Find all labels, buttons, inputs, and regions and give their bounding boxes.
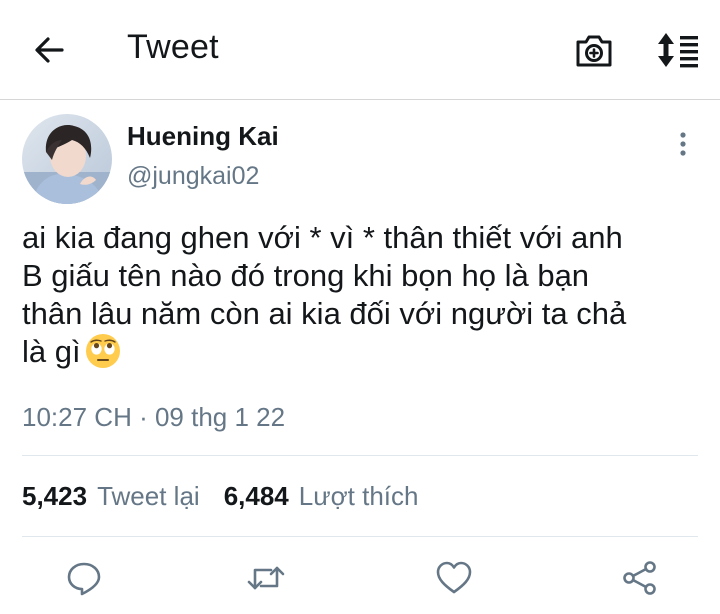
tweet-stats: 5,423 Tweet lại 6,484 Lượt thích <box>22 481 443 512</box>
reply-icon <box>67 562 101 596</box>
reply-button[interactable] <box>64 558 104 598</box>
like-icon <box>436 561 472 594</box>
divider-bottom <box>22 536 698 537</box>
author-display-name[interactable]: Huening Kai <box>127 121 279 152</box>
retweets-label: Tweet lại <box>97 481 200 511</box>
likes-stat[interactable]: 6,484 Lượt thích <box>224 481 419 512</box>
likes-count: 6,484 <box>223 481 289 511</box>
back-button[interactable] <box>30 30 70 70</box>
more-vertical-icon <box>680 132 686 156</box>
divider-top <box>22 455 698 456</box>
rolling-eyes-emoji <box>85 333 121 369</box>
retweet-icon <box>247 566 285 590</box>
sort-button[interactable] <box>654 30 700 70</box>
arrow-left-icon <box>35 37 64 63</box>
camera-plus-icon <box>576 35 612 67</box>
profile-photo <box>22 114 112 204</box>
likes-label: Lượt thích <box>298 481 419 511</box>
retweets-stat[interactable]: 5,423 Tweet lại <box>22 481 200 512</box>
sort-list-icon <box>658 33 698 68</box>
share-icon <box>623 561 656 595</box>
camera-button[interactable] <box>574 32 614 70</box>
author-handle[interactable]: @jungkai02 <box>127 162 259 191</box>
page-title: Tweet <box>127 28 219 66</box>
top-app-bar: Tweet <box>0 0 720 100</box>
retweets-count: 5,423 <box>22 481 88 511</box>
tweet-timestamp: 10:27 CH · 09 thg 1 22 <box>22 402 286 432</box>
avatar[interactable] <box>22 114 112 204</box>
more-options-button[interactable] <box>670 128 696 160</box>
retweet-button[interactable] <box>246 558 286 598</box>
like-button[interactable] <box>434 558 474 598</box>
tweet-text: ai kia đang ghen với * vì * thân thiết v… <box>22 219 702 371</box>
share-button[interactable] <box>620 558 660 598</box>
